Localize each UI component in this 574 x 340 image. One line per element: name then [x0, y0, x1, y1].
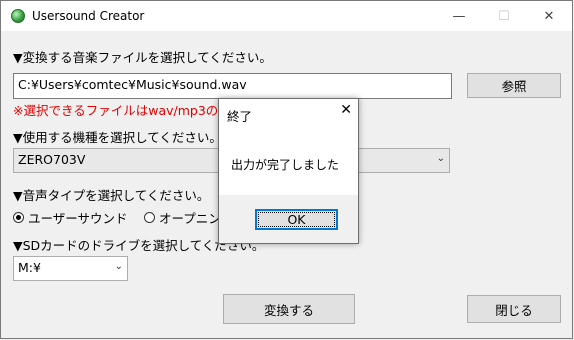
main-window: Usersound Creator — ☐ ✕ ▼変換する音楽ファイルを選択して…: [0, 0, 573, 339]
convert-button[interactable]: 変換する: [223, 294, 355, 324]
radio-unchecked-icon: [144, 212, 155, 223]
close-window-button[interactable]: ✕: [527, 1, 571, 31]
voice-section-label: ▼音声タイプを選択してください。: [13, 188, 210, 203]
completion-dialog: 終了 ✕ 出力が完了しました OK: [218, 98, 359, 244]
app-icon: [11, 9, 25, 23]
window-title: Usersound Creator: [32, 9, 145, 23]
dialog-ok-button[interactable]: OK: [255, 209, 338, 230]
radio-user-sound[interactable]: ユーザーサウンド: [13, 208, 128, 227]
radio-checked-icon: [13, 212, 24, 223]
maximize-icon: ☐: [498, 8, 510, 24]
focus-rect: [258, 212, 335, 227]
browse-button[interactable]: 参照: [467, 73, 561, 98]
sd-drive-select[interactable]: M:¥ ⌄: [13, 256, 128, 281]
maximize-button[interactable]: ☐: [482, 1, 526, 31]
file-section-label: ▼変換する音楽ファイルを選択してください。: [13, 50, 272, 65]
sd-drive-value: M:¥: [18, 260, 41, 275]
title-bar[interactable]: Usersound Creator — ☐ ✕: [1, 1, 572, 31]
minimize-icon: —: [452, 8, 466, 24]
close-button[interactable]: 閉じる: [467, 295, 561, 323]
dialog-title: 終了: [227, 109, 253, 124]
chevron-down-icon: ⌄: [114, 261, 123, 272]
close-icon: ✕: [543, 8, 555, 24]
dialog-footer: OK: [219, 195, 358, 243]
file-type-warning: ※選択できるファイルはwav/mp3のみ: [13, 103, 231, 118]
radio-user-sound-label: ユーザーサウンド: [28, 211, 128, 226]
dialog-message: 出力が完了しました: [231, 158, 340, 172]
file-path-input[interactable]: C:¥Users¥comtec¥Music¥sound.wav: [13, 73, 452, 99]
model-section-label: ▼使用する機種を選択してください。: [13, 130, 222, 145]
minimize-button[interactable]: —: [437, 1, 481, 31]
model-select-value: ZERO703V: [18, 152, 86, 167]
chevron-down-icon: ⌄: [436, 153, 445, 164]
dialog-close-icon[interactable]: ✕: [340, 102, 352, 118]
